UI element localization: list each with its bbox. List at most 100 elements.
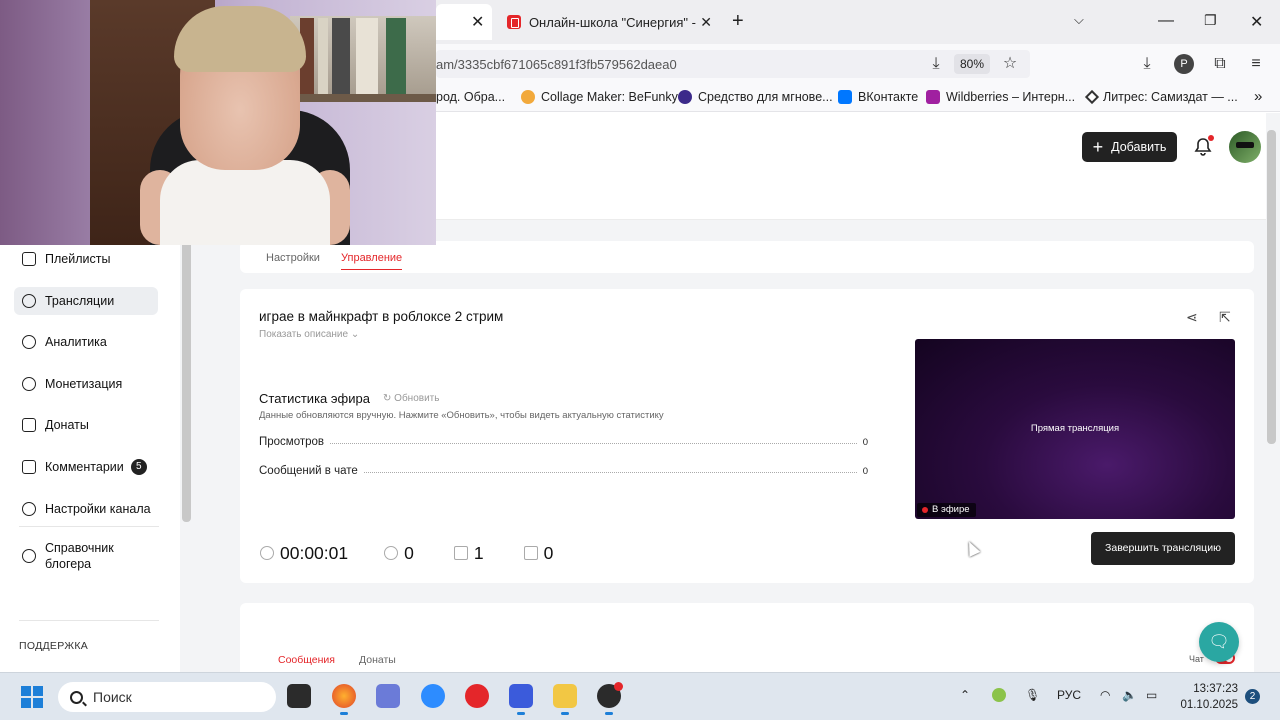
sidebar-item-label: Донаты: [45, 418, 89, 432]
restore-icon[interactable]: ❐: [1204, 12, 1217, 29]
wifi-icon[interactable]: ◠: [1100, 688, 1110, 702]
avatar[interactable]: [1229, 131, 1261, 163]
dislikes-count: 0: [543, 542, 554, 563]
sidebar-item-blogger-guide[interactable]: Справочник блогера: [14, 536, 158, 576]
bookmark-item[interactable]: Средство для мгнове...: [678, 90, 833, 104]
analytics-icon: [22, 335, 36, 349]
dot-leader: [363, 472, 857, 473]
sidebar: Плейлисты Трансляции Аналитика Монетизац…: [0, 220, 191, 672]
stats-title: Статистика эфира: [259, 391, 370, 406]
external-link-icon[interactable]: ⇱: [1219, 310, 1233, 324]
running-indicator: [605, 712, 613, 715]
tray-app-icon[interactable]: [992, 688, 1006, 702]
help-icon: [22, 549, 36, 563]
save-page-icon[interactable]: ⤓: [926, 54, 946, 74]
sidebar-item-label: Аналитика: [45, 335, 107, 349]
roblox-studio-icon[interactable]: [509, 684, 533, 708]
yandex-icon[interactable]: [465, 684, 489, 708]
sidebar-item-label: Трансляции: [45, 294, 115, 308]
profile-icon[interactable]: P: [1174, 54, 1194, 74]
tab-messages[interactable]: Сообщения: [278, 654, 335, 666]
stat-label: Сообщений в чате: [259, 465, 358, 477]
sidebar-divider: [19, 620, 159, 621]
tab-settings[interactable]: Настройки: [266, 252, 320, 264]
sidebar-item-broadcasts[interactable]: Трансляции: [14, 287, 158, 315]
clock-date: 01.10.2025: [1180, 699, 1238, 711]
playlist-icon: [22, 252, 36, 266]
extensions-icon[interactable]: ⧉: [1210, 54, 1230, 74]
url-field[interactable]: am/3335cbf671065c891f3fb579562daea0 ⤓ 80…: [436, 50, 1030, 78]
menu-icon[interactable]: ≡: [1246, 54, 1266, 74]
sidebar-item-channel-settings[interactable]: Настройки канала: [14, 495, 158, 523]
befunky-icon: [521, 90, 535, 104]
star-icon[interactable]: ☆: [1000, 54, 1020, 74]
tab-donates[interactable]: Донаты: [359, 654, 396, 666]
sidebar-item-playlists[interactable]: Плейлисты: [14, 245, 158, 273]
close-tab-icon[interactable]: ✕: [471, 12, 484, 32]
sidebar-item-donates[interactable]: Донаты: [14, 411, 158, 439]
windows-start-icon[interactable]: [21, 686, 43, 708]
browser-tab-synergy[interactable]: Онлайн-школа "Синергия" - д ✕: [500, 8, 712, 36]
bookmark-label: Wildberries – Интерн...: [946, 90, 1076, 104]
game-app-icon[interactable]: [376, 684, 400, 708]
downloads-icon[interactable]: ⤓: [1137, 54, 1157, 74]
stat-value: 0: [862, 437, 868, 448]
sidebar-item-monetization[interactable]: Монетизация: [14, 370, 158, 398]
page-scrollbar[interactable]: [1267, 130, 1276, 444]
stat-row-views: Просмотров 0: [259, 434, 868, 448]
microphone-icon[interactable]: 🎙: [1025, 688, 1040, 702]
new-tab-icon[interactable]: +: [732, 10, 744, 33]
add-button-label: Добавить: [1111, 140, 1167, 154]
file-explorer-icon[interactable]: [553, 684, 577, 708]
share-icon[interactable]: ⋖: [1186, 310, 1200, 324]
support-chat-button[interactable]: 🗨: [1199, 622, 1239, 662]
battery-icon[interactable]: ▭: [1146, 688, 1157, 702]
recording-dot: [614, 682, 623, 691]
url-text: am/3335cbf671065c891f3fb579562daea0: [436, 57, 677, 72]
task-view-icon[interactable]: [287, 684, 311, 708]
taskbar-search[interactable]: Поиск: [58, 682, 276, 712]
end-stream-button[interactable]: Завершить трансляцию: [1091, 532, 1235, 565]
stream-preview[interactable]: Прямая трансляция В эфире: [915, 339, 1235, 519]
webcam-book: [318, 18, 328, 94]
bookmark-item[interactable]: Wildberries – Интерн...: [926, 90, 1075, 104]
support-heading: ПОДДЕРЖКА: [19, 640, 89, 652]
sidebar-item-comments[interactable]: Комментарии 5: [14, 453, 158, 481]
tab-management[interactable]: Управление: [341, 252, 403, 270]
stats-note: Данные обновляются вручную. Нажмите «Обн…: [259, 410, 664, 421]
bookmark-item[interactable]: ВКонтакте: [838, 90, 918, 104]
language-indicator[interactable]: РУС: [1057, 688, 1081, 702]
minimize-icon[interactable]: —: [1158, 12, 1174, 30]
bookmark-item[interactable]: Литрес: Самиздат — ...: [1084, 89, 1238, 105]
stream-card: играе в майнкрафт в роблоксе 2 стрим Пок…: [240, 289, 1254, 583]
add-button[interactable]: + Добавить: [1082, 132, 1177, 162]
chat-bubble-icon: 🗨: [1208, 632, 1230, 651]
taskbar-clock[interactable]: 13:37:23 01.10.2025: [1178, 681, 1238, 713]
notification-count-badge[interactable]: 2: [1245, 689, 1260, 704]
refresh-button[interactable]: ↻ Обновить: [383, 393, 439, 404]
viewers-icon: [384, 546, 399, 560]
firefox-icon[interactable]: [332, 684, 356, 708]
vk-icon: [838, 90, 852, 104]
zoom-level[interactable]: 80%: [954, 54, 990, 74]
bell-icon[interactable]: [1194, 135, 1214, 157]
volume-icon[interactable]: 🔈: [1122, 688, 1137, 702]
chevron-down-icon[interactable]: ⌵: [1074, 12, 1084, 28]
close-window-icon[interactable]: ✕: [1250, 12, 1263, 32]
running-indicator: [340, 712, 348, 715]
bookmark-label: род. Обра...: [436, 90, 506, 104]
on-air-badge: В эфире: [917, 503, 976, 517]
zoom-icon[interactable]: [421, 684, 445, 708]
close-tab-icon[interactable]: ✕: [700, 14, 712, 31]
chevron-up-icon[interactable]: ⌃: [960, 688, 970, 702]
sidebar-item-analytics[interactable]: Аналитика: [14, 328, 158, 356]
running-indicator: [517, 712, 525, 715]
bookmark-item[interactable]: род. Обра...: [436, 90, 505, 104]
thumbs-up-icon: [453, 546, 468, 560]
bookmark-item[interactable]: Collage Maker: BeFunky: [521, 90, 678, 104]
sidebar-scrollbar[interactable]: [182, 220, 191, 522]
settings-icon: [22, 502, 36, 516]
bookmark-label: Литрес: Самиздат — ...: [1103, 90, 1238, 104]
more-bookmarks-icon[interactable]: »: [1254, 88, 1262, 105]
show-description-link[interactable]: Показать описание ⌄: [259, 329, 359, 340]
